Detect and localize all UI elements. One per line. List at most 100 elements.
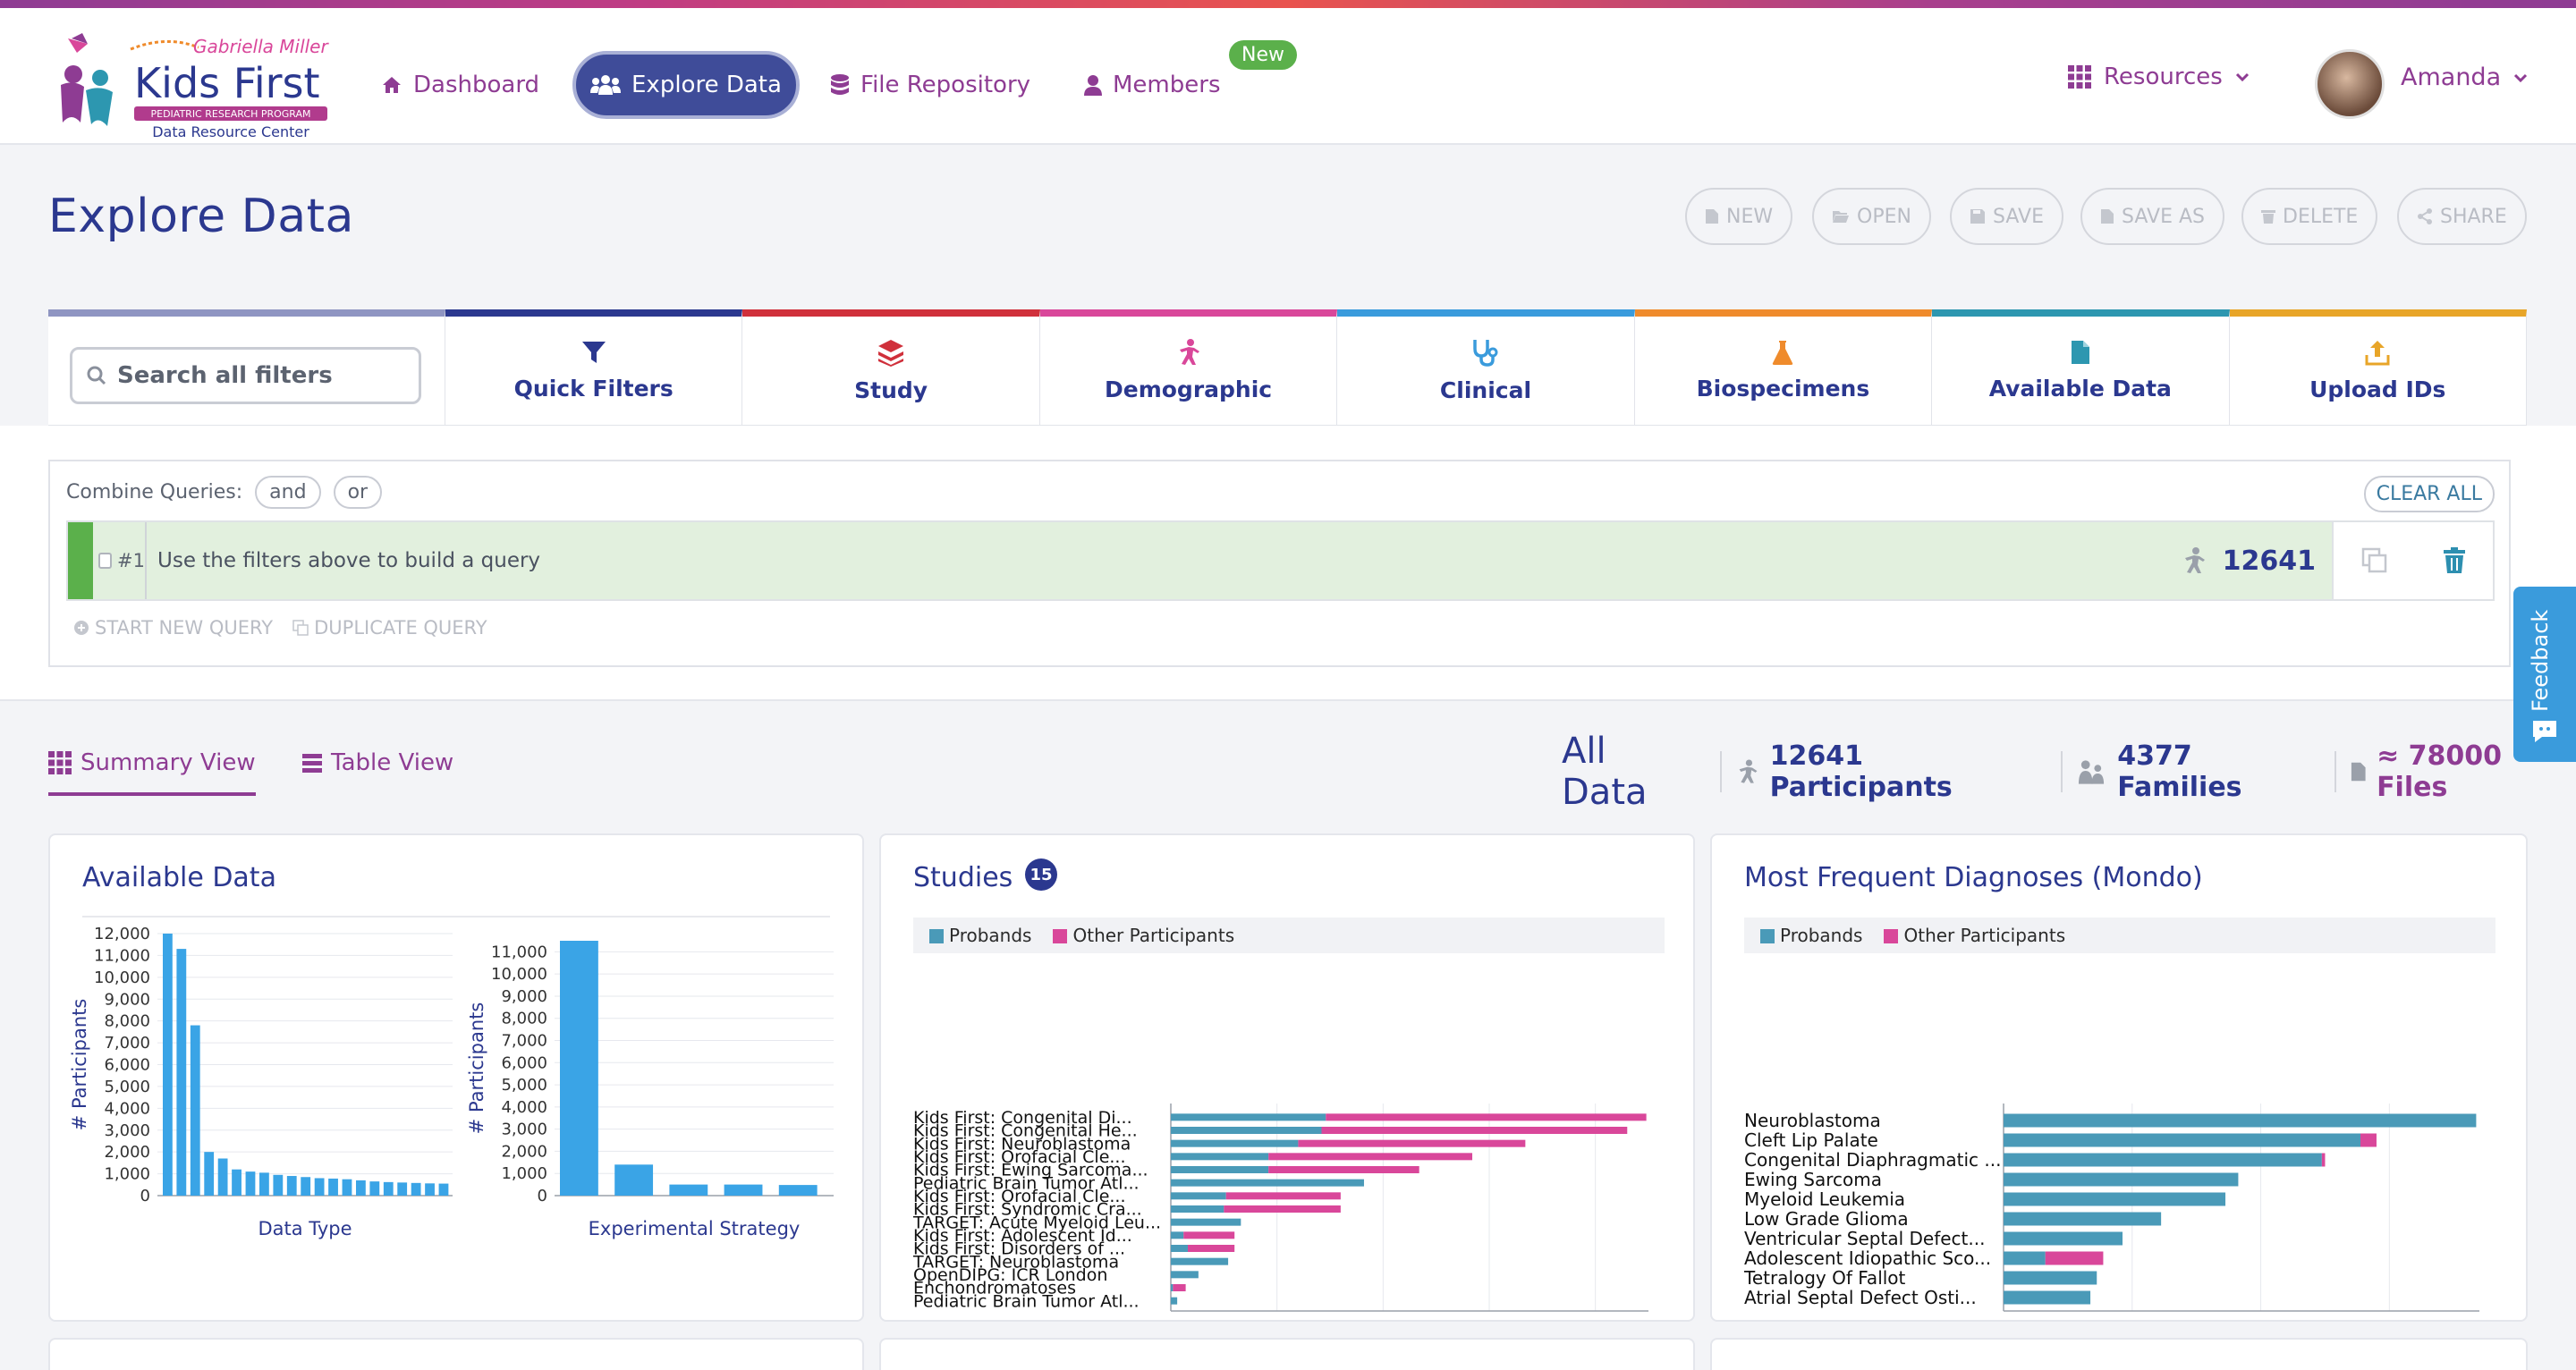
y-tick-label: 10,000: [94, 968, 150, 987]
upload-icon: [2365, 341, 2390, 366]
tab-quick-filters-label: Quick Filters: [513, 376, 674, 402]
bar-segment: [2045, 1251, 2104, 1265]
legend-other-participants[interactable]: Other Participants: [1884, 925, 2065, 946]
share-query-button[interactable]: SHARE: [2397, 188, 2527, 245]
clear-all-button[interactable]: CLEAR ALL: [2363, 476, 2495, 512]
bar-segment: [2004, 1113, 2477, 1128]
tab-available-data[interactable]: Available Data: [1932, 309, 2230, 426]
tab-study[interactable]: Study: [742, 309, 1040, 426]
divider: [1720, 751, 1723, 792]
resources-menu[interactable]: Resources: [2068, 63, 2250, 90]
query-placeholder: Use the filters above to build a query: [157, 549, 541, 572]
bar-segment: [1268, 1153, 1473, 1161]
plus-circle-icon: [74, 621, 89, 635]
query-row[interactable]: #1 Use the filters above to build a quer…: [66, 520, 2495, 601]
new-query-button[interactable]: NEW: [1685, 188, 1793, 245]
open-query-button[interactable]: OPEN: [1812, 188, 1931, 245]
bar-segment: [1183, 1231, 1235, 1239]
nav-explore-data[interactable]: Explore Data: [572, 51, 800, 119]
diagnoses-card: Most Frequent Diagnoses (Mondo) Probands…: [1710, 833, 2528, 1322]
bar-segment: [2004, 1231, 2123, 1246]
y-tick-label: 7,000: [104, 1034, 150, 1053]
card-divider: [82, 916, 830, 918]
combine-queries: Combine Queries: and or: [66, 476, 383, 509]
available-data-charts: 0 1,000 2,000 3,000 4,000 5,000 6,000 7,000 8,00…: [69, 925, 834, 1239]
bar-segment: [1224, 1205, 1341, 1213]
query-number: #1: [117, 550, 145, 571]
tab-upload-ids[interactable]: Upload IDs: [2229, 309, 2527, 426]
query-checkbox[interactable]: [98, 553, 113, 569]
tab-biospecimens[interactable]: Biospecimens: [1634, 309, 1933, 426]
category-label: Congenital Diaphragmatic ...: [1744, 1149, 2001, 1171]
table-view-tab[interactable]: Table View: [302, 749, 453, 792]
bar: [560, 941, 598, 1196]
save-query-button[interactable]: SAVE: [1950, 188, 2063, 245]
bar: [383, 1181, 394, 1196]
y-tick-label: 7,000: [501, 1032, 547, 1051]
bar: [176, 949, 187, 1196]
query-select[interactable]: #1: [93, 522, 147, 599]
tab-clinical[interactable]: Clinical: [1337, 309, 1635, 426]
filter-icon: [581, 342, 606, 363]
summary-view-tab[interactable]: Summary View: [48, 749, 256, 796]
bar-segment: [2004, 1251, 2046, 1265]
all-data-label: All Data: [1562, 731, 1648, 813]
nav-file-repository-label: File Repository: [860, 72, 1031, 98]
available-data-title: Available Data: [82, 862, 276, 893]
summary-card-partial: [48, 1338, 864, 1370]
start-new-query-link[interactable]: START NEW QUERY: [73, 617, 273, 638]
x-axis-label: Experimental Strategy: [589, 1218, 801, 1239]
kids-first-logo[interactable]: Gabriella Miller Kids First PEDIATRIC RE…: [41, 22, 336, 143]
y-tick-label: 8,000: [501, 1010, 547, 1028]
nav-dashboard[interactable]: Dashboard: [367, 53, 554, 117]
bar: [314, 1178, 325, 1196]
bar: [245, 1171, 256, 1196]
y-tick-label: 6,000: [501, 1053, 547, 1072]
y-tick-label: 5,000: [104, 1078, 150, 1096]
nav-file-repository[interactable]: File Repository: [816, 53, 1045, 117]
studies-card: Studies Probands Other Participants 0500…: [879, 833, 1695, 1322]
resources-label: Resources: [2104, 63, 2223, 90]
chevron-down-icon: [2235, 72, 2249, 81]
legend-probands[interactable]: Probands: [1760, 925, 1862, 946]
bar-segment: [1187, 1245, 1235, 1252]
bar: [301, 1177, 311, 1196]
summary-card-partial: [1710, 1338, 2528, 1370]
user-menu[interactable]: Amanda: [2401, 63, 2528, 91]
nav-members[interactable]: Members: [1070, 53, 1235, 117]
family-icon: [2079, 760, 2105, 784]
user-name: Amanda: [2401, 63, 2502, 91]
tab-quick-filters[interactable]: Quick Filters: [445, 309, 743, 426]
legend-probands[interactable]: Probands: [929, 925, 1031, 946]
trash-icon[interactable]: [2443, 547, 2466, 574]
user-avatar[interactable]: [2315, 49, 2385, 119]
combine-and-button[interactable]: and: [255, 476, 321, 509]
query-links: START NEW QUERY DUPLICATE QUERY: [73, 617, 487, 638]
bar: [204, 1152, 215, 1196]
copy-icon[interactable]: [2361, 547, 2388, 574]
tab-demographic[interactable]: Demographic: [1039, 309, 1338, 426]
delete-query-button[interactable]: DELETE: [2241, 188, 2378, 245]
save-as-query-button[interactable]: SAVE AS: [2080, 188, 2224, 245]
filter-search-input[interactable]: Search all filters: [70, 347, 421, 404]
grid-icon: [48, 751, 72, 774]
brand-top-text: Gabriella Miller: [193, 36, 329, 57]
bar-segment: [2004, 1172, 2239, 1187]
bar-segment: [1171, 1166, 1269, 1173]
file-icon: [2071, 341, 2089, 364]
y-tick-label: 4,000: [104, 1099, 150, 1118]
filter-search-cell: Search all filters: [48, 309, 445, 426]
bar: [425, 1183, 435, 1196]
participants-count: 12641 Participants: [1769, 740, 1953, 803]
y-tick-label: 11,000: [491, 943, 547, 961]
feedback-tab[interactable]: Feedback: [2513, 587, 2576, 762]
query-builder-box: Combine Queries: and or CLEAR ALL #1 Use…: [48, 460, 2511, 667]
file-icon: [2351, 762, 2366, 782]
legend-other-participants[interactable]: Other Participants: [1053, 925, 1234, 946]
tab-available-data-label: Available Data: [1988, 376, 2172, 402]
bar: [273, 1174, 284, 1196]
database-icon: [831, 74, 849, 95]
combine-or-button[interactable]: or: [333, 476, 383, 509]
duplicate-query-link[interactable]: DUPLICATE QUERY: [292, 617, 487, 638]
new-query-label: NEW: [1726, 205, 1774, 228]
